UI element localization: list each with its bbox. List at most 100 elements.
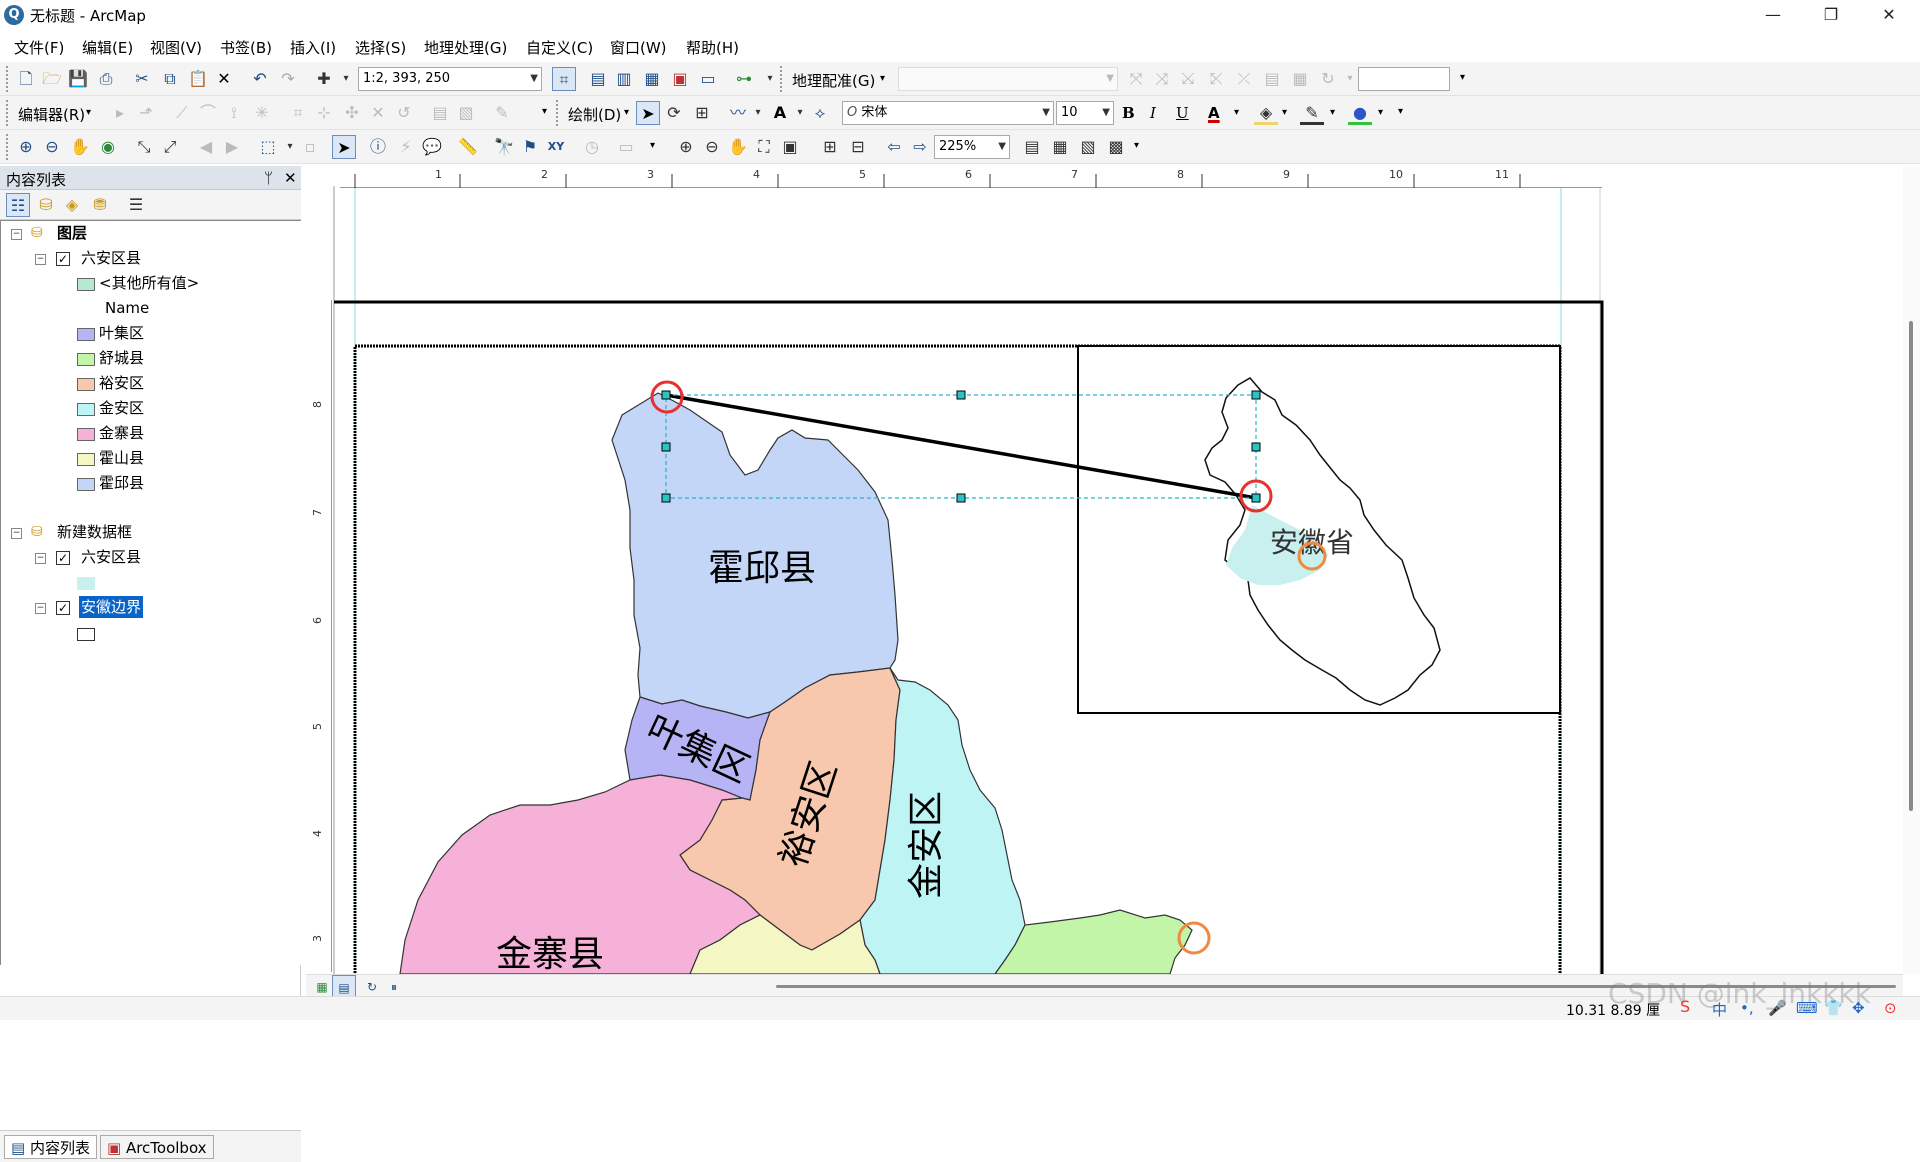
back-extent-icon[interactable]: ◀ [194,135,218,159]
menu-selection[interactable]: 选择(S) [355,37,406,58]
map-scale-select[interactable]: 1:2, 393, 250 ▼ [358,67,542,91]
find-route-icon[interactable]: ⚑ [518,135,542,159]
data-driven-pages-icon[interactable]: ▩ [1104,135,1128,159]
menu-windows[interactable]: 窗口(W) [610,37,667,58]
toc-close-icon[interactable]: ✕ [284,169,297,187]
vertical-scrollbar[interactable] [1903,166,1920,974]
data-frame-new[interactable]: 新建数据框 [57,521,132,543]
layer-visibility-checkbox[interactable]: ✓ [56,551,70,565]
split-icon[interactable]: ✕ [366,101,390,125]
python-window-icon[interactable]: ▭ [696,67,720,91]
collapse-icon[interactable]: − [35,254,46,265]
font-color-button[interactable]: A [1208,104,1220,122]
find-icon[interactable]: 🔭 [492,135,516,159]
html-popup-icon[interactable]: 💬 [420,135,444,159]
point-icon[interactable]: ✳ [250,101,274,125]
menu-customize[interactable]: 自定义(C) [526,37,593,58]
data-frame-layers[interactable]: 图层 [57,222,87,244]
edit-annotation-icon[interactable]: ⬏ [134,101,158,125]
editor-menu[interactable]: 编辑器(R) [18,104,85,125]
add-data-dropdown-icon[interactable]: ▾ [334,67,358,91]
toolbar-grip[interactable] [556,100,560,126]
menu-view[interactable]: 视图(V) [150,37,202,58]
add-control-points-icon[interactable]: ⤧ [1124,67,1148,91]
open-folder-icon[interactable]: 🗁 [40,67,64,91]
toc-window-icon[interactable]: ▤ [586,67,610,91]
edit-tool-icon[interactable]: ▸ [108,101,132,125]
fixed-zoom-out-layout-icon[interactable]: ⊟ [846,135,870,159]
toolbar-grip[interactable] [6,134,10,160]
toggle-draft-mode-icon[interactable]: ▤ [1020,135,1044,159]
layer-visibility-checkbox[interactable]: ✓ [56,252,70,266]
chevron-down-icon[interactable]: ▾ [1282,107,1287,118]
link-table-icon[interactable]: ▤ [1260,67,1284,91]
add-data-icon[interactable]: ✚ [312,67,336,91]
list-by-visibility-icon[interactable]: ◈ [60,193,84,217]
zoom-to-selected-icon[interactable]: ⊞ [690,101,714,125]
toolbar-options-icon[interactable]: ▾ [1460,66,1465,92]
toolbar-options-icon[interactable]: ▾ [650,134,655,160]
focus-data-frame-icon[interactable]: ▦ [1048,135,1072,159]
list-by-selection-icon[interactable]: ⛃ [88,193,112,217]
reset-icon[interactable]: ↻ [1316,67,1340,91]
zoom-level-select[interactable]: 225% ▼ [934,135,1010,159]
zoom-whole-page-icon[interactable]: ⛶ [752,135,776,159]
menu-bookmarks[interactable]: 书签(B) [220,37,272,58]
sketch-properties-icon[interactable]: ▧ [454,101,478,125]
georef-layer-select[interactable]: ▼ [898,67,1118,91]
layout-zoom-out-icon[interactable]: ⊖ [700,135,724,159]
paste-icon[interactable]: 📋 [186,67,210,91]
collapse-icon[interactable]: − [11,528,22,539]
tab-table-of-contents[interactable]: ▤ 内容列表 [4,1135,97,1159]
cut-polygons-icon[interactable]: ✣ [340,101,364,125]
line-color-icon[interactable]: ✎ [1300,101,1324,125]
maximize-button[interactable]: ❐ [1802,0,1860,30]
layout-canvas[interactable]: 霍邱县 叶集区 裕安区 金安区 金寨县 安徽省 [306,166,1920,974]
toc-options-icon[interactable]: ☰ [124,193,148,217]
ime-punct-icon[interactable]: •, [1740,999,1754,1017]
zoom-out-icon[interactable]: ⊖ [40,135,64,159]
fixed-zoom-in-layout-icon[interactable]: ⊞ [818,135,842,159]
bold-button[interactable]: B [1122,104,1135,122]
minimize-button[interactable]: — [1744,0,1802,30]
edit-vertices-icon[interactable]: ⌗ [286,101,310,125]
layout-pan-icon[interactable]: ✋ [726,135,750,159]
modelbuilder-icon[interactable]: ⊶ [732,67,756,91]
toolbar-grip[interactable] [6,66,10,92]
layer-name-selected[interactable]: 安徽边界 [79,596,144,618]
marker-color-icon[interactable]: ● [1348,101,1372,125]
ime-status-icon[interactable]: ⊙ [1884,999,1897,1017]
go-forward-extent-icon[interactable]: ⇨ [908,135,932,159]
georeferencing-menu[interactable]: 地理配准(G) [792,70,875,91]
fixed-zoom-in-icon[interactable]: ⤡ [132,135,156,159]
ime-mic-icon[interactable]: 🎤 [1768,999,1787,1017]
layer-name[interactable]: 六安区县 [81,546,141,568]
undo-icon[interactable]: ↶ [248,67,272,91]
tab-arctoolbox[interactable]: ▣ ArcToolbox [100,1135,214,1159]
straight-segment-icon[interactable]: ⟋ [170,101,194,125]
ime-keyboard-icon[interactable]: ⌨ [1796,999,1818,1017]
auto-adjust-icon[interactable]: ⤪ [1204,67,1228,91]
attributes-icon[interactable]: ▤ [428,101,452,125]
chevron-down-icon[interactable]: ▾ [1234,107,1239,118]
layer-name[interactable]: 六安区县 [81,247,141,269]
rotate-element-icon[interactable]: ⟳ [662,101,686,125]
shift-icon[interactable]: ⤩ [1176,67,1200,91]
toolbar-grip[interactable] [6,100,10,126]
rotate-tool-icon[interactable]: ↺ [392,101,416,125]
fit-display-icon[interactable]: ⤫ [1232,67,1256,91]
collapse-icon[interactable]: − [35,553,46,564]
list-by-source-icon[interactable]: ⛁ [34,193,58,217]
toolbar-options-icon[interactable]: ▾ [1134,134,1139,160]
cut-icon[interactable]: ✂ [130,67,154,91]
ime-chinese-icon[interactable]: 中 [1712,999,1727,1020]
identify-icon[interactable]: ⓘ [366,135,390,159]
toolbar-options-icon[interactable]: ▾ [758,67,782,91]
hyperlink-icon[interactable]: ⚡ [394,135,418,159]
full-extent-icon[interactable]: ◉ [96,135,120,159]
end-point-arc-icon[interactable]: ⌒ [196,101,220,125]
select-features-icon[interactable]: ⬚ [256,135,280,159]
delete-icon[interactable]: ✕ [212,67,236,91]
arctoolbox-icon[interactable]: ▣ [668,67,692,91]
new-document-icon[interactable]: 🗋 [14,67,38,91]
